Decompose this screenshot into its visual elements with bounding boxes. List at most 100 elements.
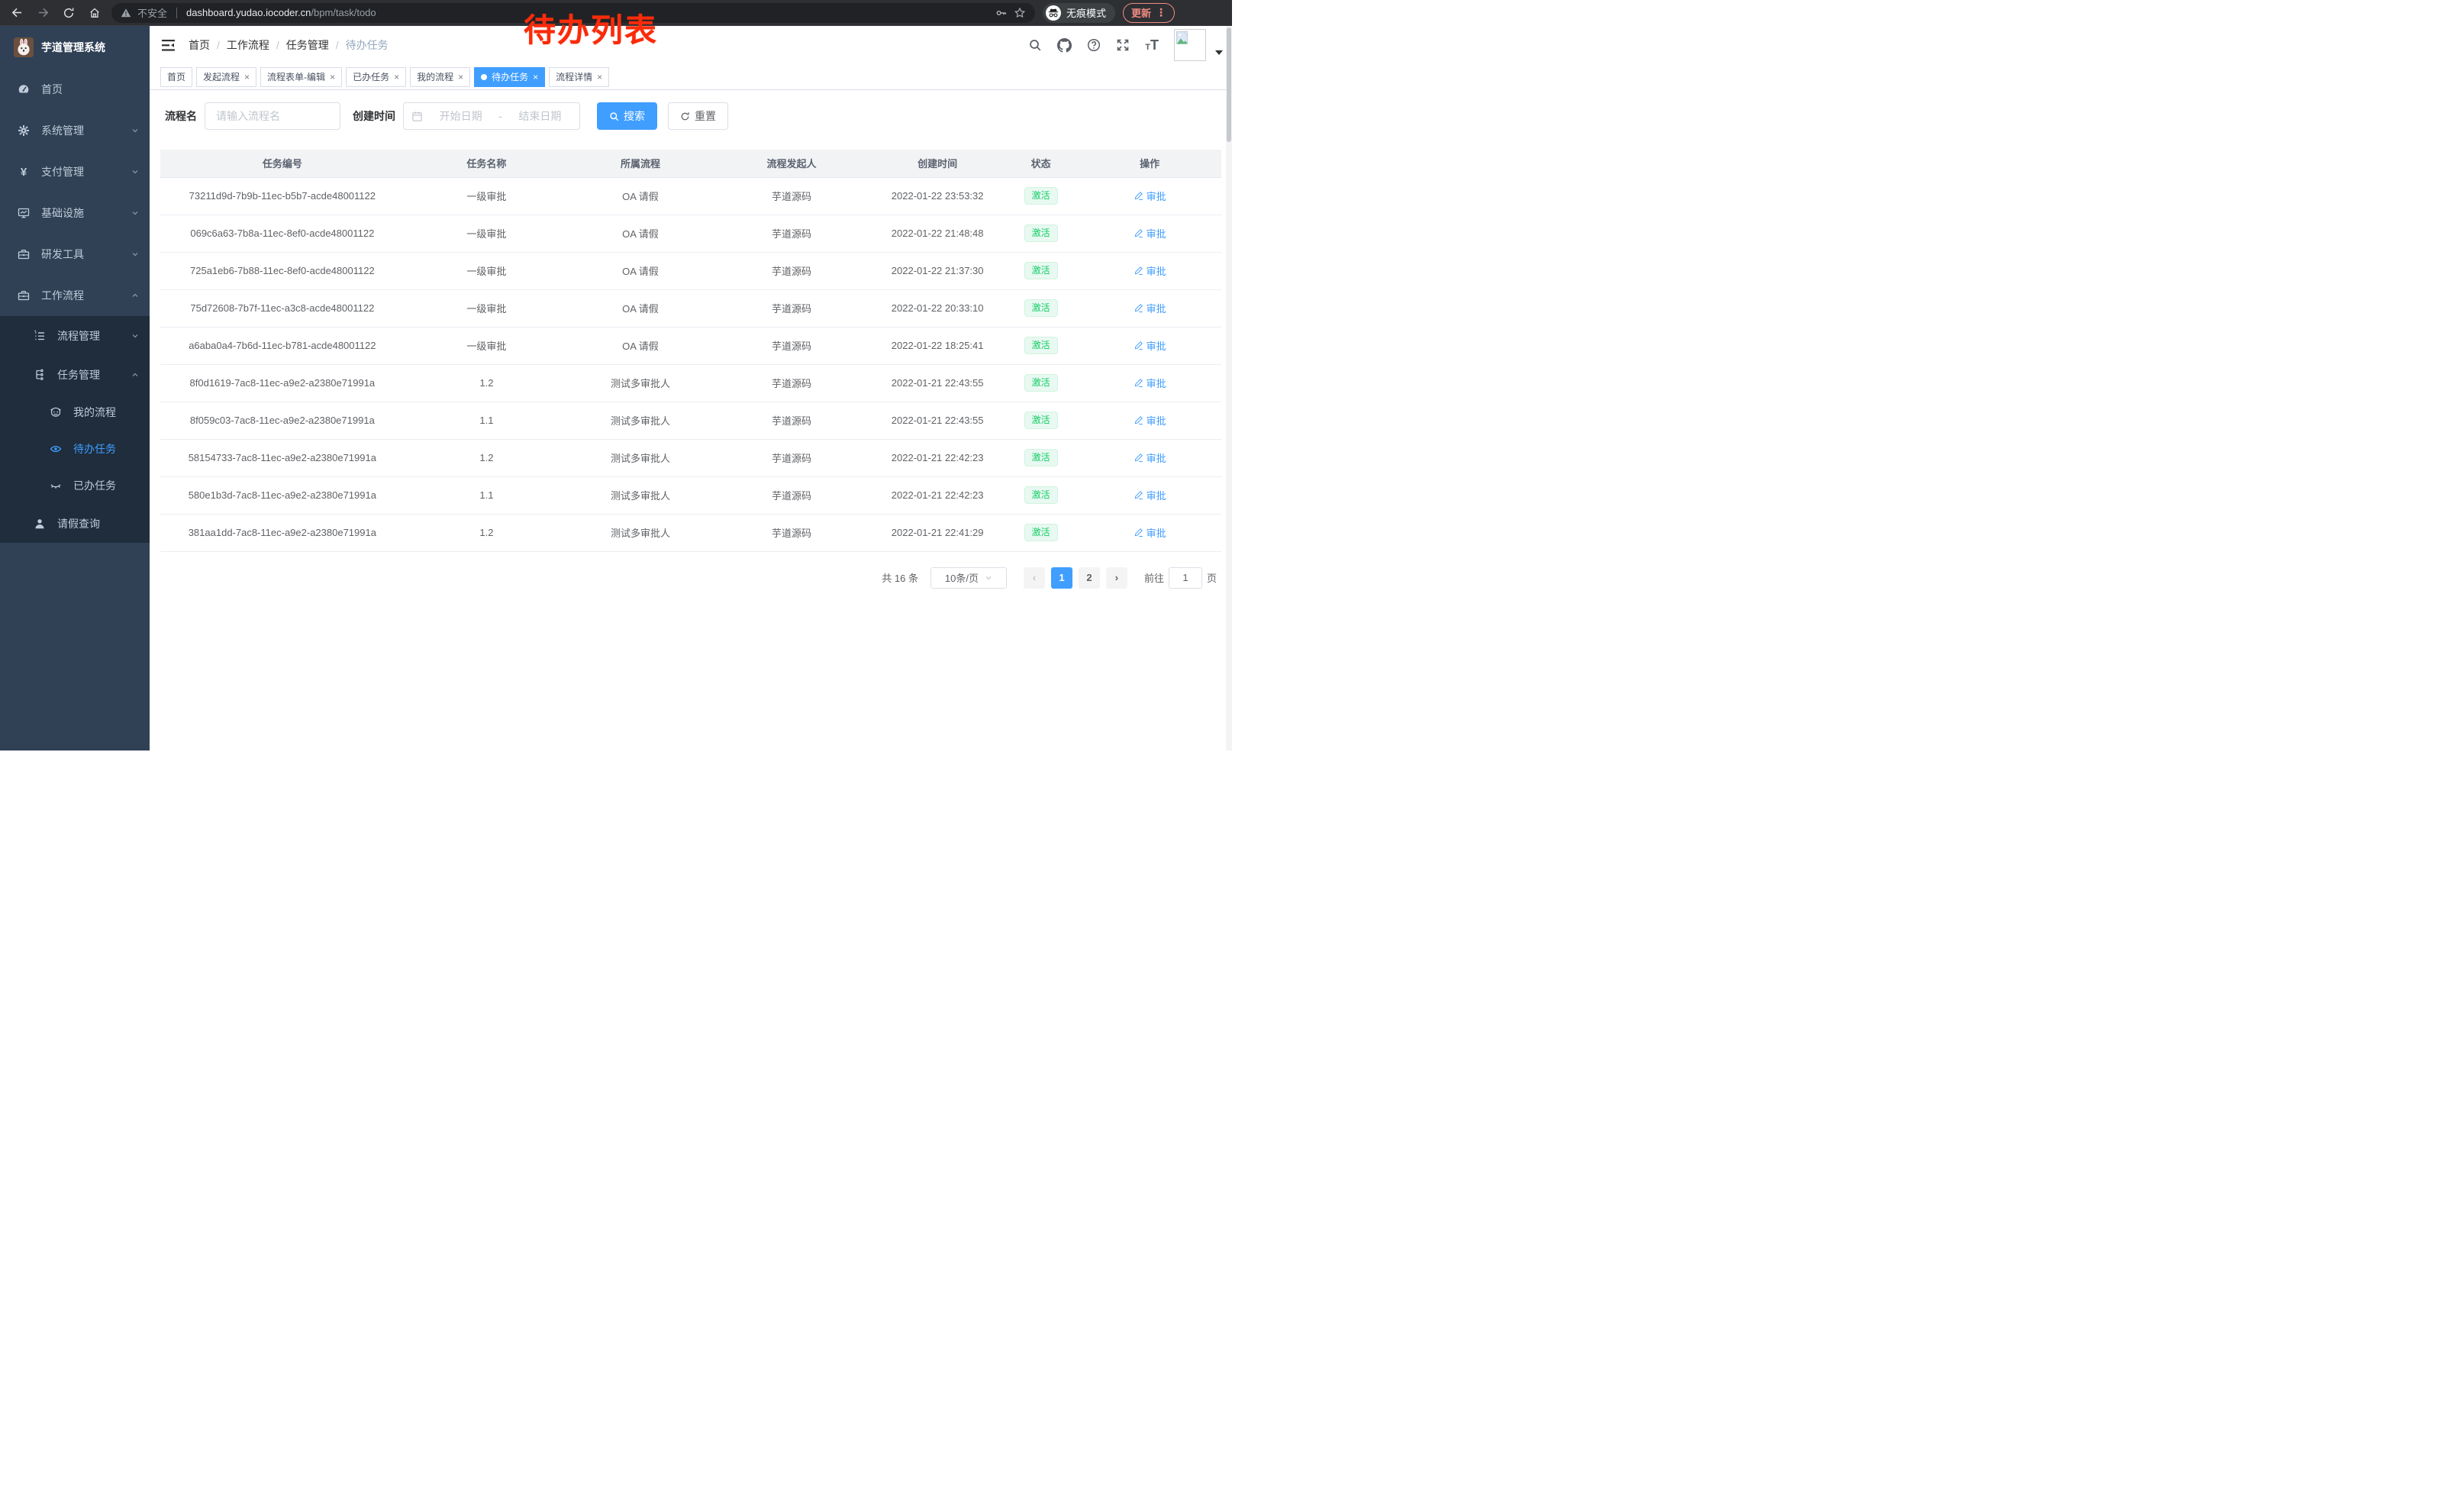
search-icon[interactable] — [1028, 38, 1042, 52]
created-cell: 2022-01-21 22:43:55 — [871, 402, 1004, 439]
tab-close-icon[interactable]: × — [394, 73, 399, 82]
font-size-icon[interactable]: TT — [1145, 38, 1159, 52]
process-name-input[interactable] — [205, 102, 340, 130]
sidebar-item-done-tasks[interactable]: 已办任务 — [0, 467, 150, 504]
starter-cell: 芋道源码 — [712, 252, 872, 289]
bookmark-star-icon[interactable] — [1014, 7, 1026, 19]
page-size-select[interactable]: 10条/页 — [930, 567, 1007, 589]
browser-update-button[interactable]: 更新 ⋮ — [1123, 3, 1175, 23]
tab-close-icon[interactable]: × — [244, 73, 250, 82]
pen-icon — [1134, 341, 1143, 350]
status-cell: 激活 — [1004, 289, 1078, 327]
tab-流程详情[interactable]: 流程详情 × — [549, 67, 609, 87]
sidebar-item-system[interactable]: 系统管理 — [0, 110, 150, 151]
approve-link[interactable]: 审批 — [1134, 450, 1166, 465]
tab-首页[interactable]: 首页 — [160, 67, 192, 87]
reset-button[interactable]: 重置 — [668, 102, 728, 130]
status-badge: 激活 — [1024, 449, 1058, 467]
tab-label: 已办任务 — [353, 70, 389, 83]
sidebar-item-home[interactable]: 首页 — [0, 69, 150, 110]
browser-menu-icon[interactable]: ⋮ — [1156, 6, 1166, 19]
page-button-1[interactable]: 1 — [1051, 567, 1072, 589]
search-form: 流程名 创建时间 开始日期 - 结束日期 搜索 重置 — [160, 102, 1221, 130]
table-row: 381aa1dd-7ac8-11ec-a9e2-a2380e71991a1.2测… — [160, 514, 1221, 551]
scrollbar-thumb[interactable] — [1227, 27, 1231, 142]
eye-closed-icon — [49, 479, 63, 492]
tags-view: 首页发起流程×流程表单-编辑× 已办任务 × 我的流程 × 待办任务 × 流程详情 × — [150, 64, 1232, 90]
sidebar-item-workflow[interactable]: 工作流程 — [0, 275, 150, 316]
tab-已办任务[interactable]: 已办任务 × — [346, 67, 406, 87]
approve-link[interactable]: 审批 — [1134, 525, 1166, 540]
status-badge: 激活 — [1024, 299, 1058, 318]
task-name-cell: 1.2 — [405, 364, 569, 402]
starter-cell: 芋道源码 — [712, 439, 872, 476]
browser-forward-icon[interactable] — [34, 4, 52, 22]
avatar[interactable] — [1174, 29, 1206, 61]
breadcrumb-task-mgmt[interactable]: 任务管理 — [286, 37, 329, 53]
breadcrumb-home[interactable]: 首页 — [189, 37, 210, 53]
github-icon[interactable] — [1057, 38, 1072, 53]
tab-close-icon[interactable]: × — [330, 73, 335, 82]
process-cell: 测试多审批人 — [569, 476, 712, 514]
tab-我的流程[interactable]: 我的流程 × — [410, 67, 470, 87]
next-page-button[interactable]: › — [1106, 567, 1127, 589]
browser-back-icon[interactable] — [8, 4, 26, 22]
sidebar-item-leave-query[interactable]: 请假查询 — [0, 504, 150, 543]
tab-label: 流程详情 — [556, 70, 592, 83]
action-cell: 审批 — [1078, 327, 1221, 364]
fullscreen-icon[interactable] — [1116, 38, 1130, 52]
goto-page-input[interactable] — [1169, 567, 1202, 589]
app-logo[interactable]: 芋道管理系统 — [0, 26, 150, 69]
avatar-caret-icon[interactable] — [1215, 50, 1223, 55]
sidebar-item-todo-tasks[interactable]: 待办任务 — [0, 431, 150, 467]
search-button-icon — [609, 111, 619, 121]
approve-link[interactable]: 审批 — [1134, 226, 1166, 240]
starter-cell: 芋道源码 — [712, 215, 872, 252]
tab-close-icon[interactable]: × — [458, 73, 463, 82]
page-button-2[interactable]: 2 — [1079, 567, 1100, 589]
help-question-icon[interactable] — [1087, 38, 1101, 52]
status-badge: 激活 — [1024, 337, 1058, 355]
task-name-cell: 1.2 — [405, 514, 569, 551]
approve-link[interactable]: 审批 — [1134, 301, 1166, 315]
process-cell: OA 请假 — [569, 289, 712, 327]
status-cell: 激活 — [1004, 215, 1078, 252]
search-button[interactable]: 搜索 — [597, 102, 657, 130]
tab-close-icon[interactable]: × — [533, 73, 538, 82]
page-scrollbar[interactable] — [1226, 26, 1232, 750]
password-key-icon[interactable] — [995, 7, 1008, 19]
sidebar-item-payment[interactable]: ¥ 支付管理 — [0, 151, 150, 192]
breadcrumb-workflow[interactable]: 工作流程 — [227, 37, 269, 53]
sidebar-item-process-mgmt[interactable]: 流程管理 — [0, 316, 150, 355]
sidebar-item-my-process[interactable]: 我的流程 — [0, 394, 150, 431]
tree-icon — [33, 369, 47, 381]
tab-流程表单-编辑[interactable]: 流程表单-编辑× — [260, 67, 342, 87]
status-cell: 激活 — [1004, 327, 1078, 364]
approve-link[interactable]: 审批 — [1134, 338, 1166, 353]
task-name-cell: 一级审批 — [405, 252, 569, 289]
task-name-cell: 一级审批 — [405, 215, 569, 252]
prev-page-button[interactable]: ‹ — [1024, 567, 1045, 589]
sidebar-item-devtools[interactable]: 研发工具 — [0, 234, 150, 275]
approve-link[interactable]: 审批 — [1134, 263, 1166, 278]
approve-link[interactable]: 审批 — [1134, 189, 1166, 203]
pen-icon — [1134, 303, 1143, 313]
tab-close-icon[interactable]: × — [597, 73, 602, 82]
task-id-cell: 580e1b3d-7ac8-11ec-a9e2-a2380e71991a — [160, 476, 405, 514]
tab-label: 待办任务 — [492, 70, 528, 83]
task-id-cell: 381aa1dd-7ac8-11ec-a9e2-a2380e71991a — [160, 514, 405, 551]
browser-reload-icon[interactable] — [60, 4, 78, 22]
sidebar-item-infra[interactable]: 基础设施 — [0, 192, 150, 234]
tab-label: 我的流程 — [417, 70, 453, 83]
tab-待办任务[interactable]: 待办任务 × — [474, 67, 545, 87]
sidebar-item-task-mgmt[interactable]: 任务管理 — [0, 355, 150, 394]
tab-发起流程[interactable]: 发起流程× — [196, 67, 256, 87]
action-cell: 审批 — [1078, 215, 1221, 252]
sidebar-fold-icon[interactable] — [162, 39, 176, 52]
approve-link[interactable]: 审批 — [1134, 376, 1166, 390]
date-range-picker[interactable]: 开始日期 - 结束日期 — [403, 102, 580, 130]
browser-home-icon[interactable] — [85, 4, 104, 22]
insecure-label: 不安全 — [137, 5, 167, 20]
approve-link[interactable]: 审批 — [1134, 413, 1166, 428]
approve-link[interactable]: 审批 — [1134, 488, 1166, 502]
